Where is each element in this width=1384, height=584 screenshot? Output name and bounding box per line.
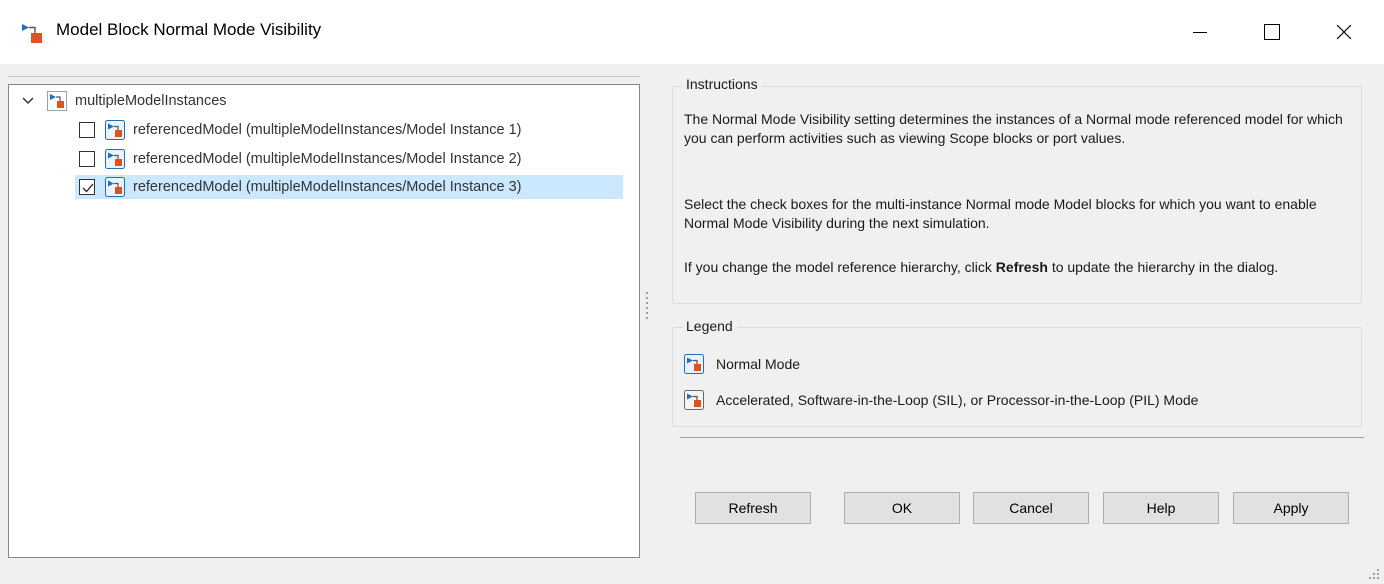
instance-1-checkbox[interactable] <box>79 122 95 138</box>
instance-3-checkbox[interactable] <box>79 179 95 195</box>
ok-button[interactable]: OK <box>844 492 960 524</box>
legend-normal-label: Normal Mode <box>716 356 801 372</box>
maximize-button[interactable] <box>1244 0 1300 64</box>
tree-root-label: multipleModelInstances <box>75 93 227 109</box>
chevron-down-icon[interactable] <box>21 94 35 108</box>
instructions-paragraph-3: If you change the model reference hierar… <box>684 258 1344 277</box>
checkmark-icon <box>82 183 94 193</box>
instructions-paragraph-3-start: If you change the model reference hierar… <box>684 259 996 275</box>
help-button[interactable]: Help <box>1103 492 1219 524</box>
window-title: Model Block Normal Mode Visibility <box>56 20 322 39</box>
cancel-button[interactable]: Cancel <box>973 492 1089 524</box>
normal-mode-model-icon <box>105 120 125 140</box>
legend-accelerated-label: Accelerated, Software-in-the-Loop (SIL),… <box>716 392 1199 408</box>
resize-grip-icon[interactable] <box>1368 568 1380 580</box>
model-root-icon <box>47 91 67 111</box>
normal-mode-model-icon <box>105 177 125 197</box>
instructions-title: Instructions <box>682 76 762 92</box>
app-model-icon <box>22 24 42 43</box>
instance-1-label: referencedModel (multipleModelInstances/… <box>133 122 522 138</box>
tree-item-instance-1[interactable]: referencedModel (multipleModelInstances/… <box>79 118 521 142</box>
splitter-handle[interactable] <box>645 292 649 322</box>
legend-item-normal: Normal Mode <box>684 353 800 375</box>
maximize-icon <box>1264 24 1280 40</box>
instructions-paragraph-3-end: to update the hierarchy in the dialog. <box>1047 259 1279 275</box>
normal-mode-icon <box>684 354 704 374</box>
minimize-button[interactable] <box>1172 0 1228 64</box>
refresh-button[interactable]: Refresh <box>695 492 811 524</box>
normal-mode-model-icon <box>105 149 125 169</box>
legend-group <box>672 327 1362 427</box>
close-button[interactable] <box>1316 0 1372 64</box>
instructions-paragraph-2: Select the check boxes for the multi-ins… <box>684 196 1317 231</box>
minimize-icon <box>1193 32 1207 33</box>
tree-item-instance-3[interactable]: referencedModel (multipleModelInstances/… <box>75 175 623 199</box>
instance-3-label: referencedModel (multipleModelInstances/… <box>133 179 522 195</box>
close-icon <box>1336 24 1352 40</box>
instance-2-checkbox[interactable] <box>79 151 95 167</box>
title-bar: Model Block Normal Mode Visibility <box>0 0 1384 64</box>
apply-button[interactable]: Apply <box>1233 492 1349 524</box>
tree-item-instance-2[interactable]: referencedModel (multipleModelInstances/… <box>79 147 521 171</box>
separator <box>680 437 1364 438</box>
accelerated-mode-icon <box>684 390 704 410</box>
legend-item-accelerated: Accelerated, Software-in-the-Loop (SIL),… <box>684 389 1198 411</box>
pane-top-border <box>8 76 640 84</box>
model-hierarchy-tree[interactable]: multipleModelInstances referencedModel (… <box>8 84 640 558</box>
instructions-paragraph-1: The Normal Mode Visibility setting deter… <box>684 111 1343 146</box>
tree-root-item[interactable]: multipleModelInstances <box>21 89 227 113</box>
instance-2-label: referencedModel (multipleModelInstances/… <box>133 151 522 167</box>
refresh-keyword: Refresh <box>995 259 1048 275</box>
legend-title: Legend <box>682 318 737 334</box>
